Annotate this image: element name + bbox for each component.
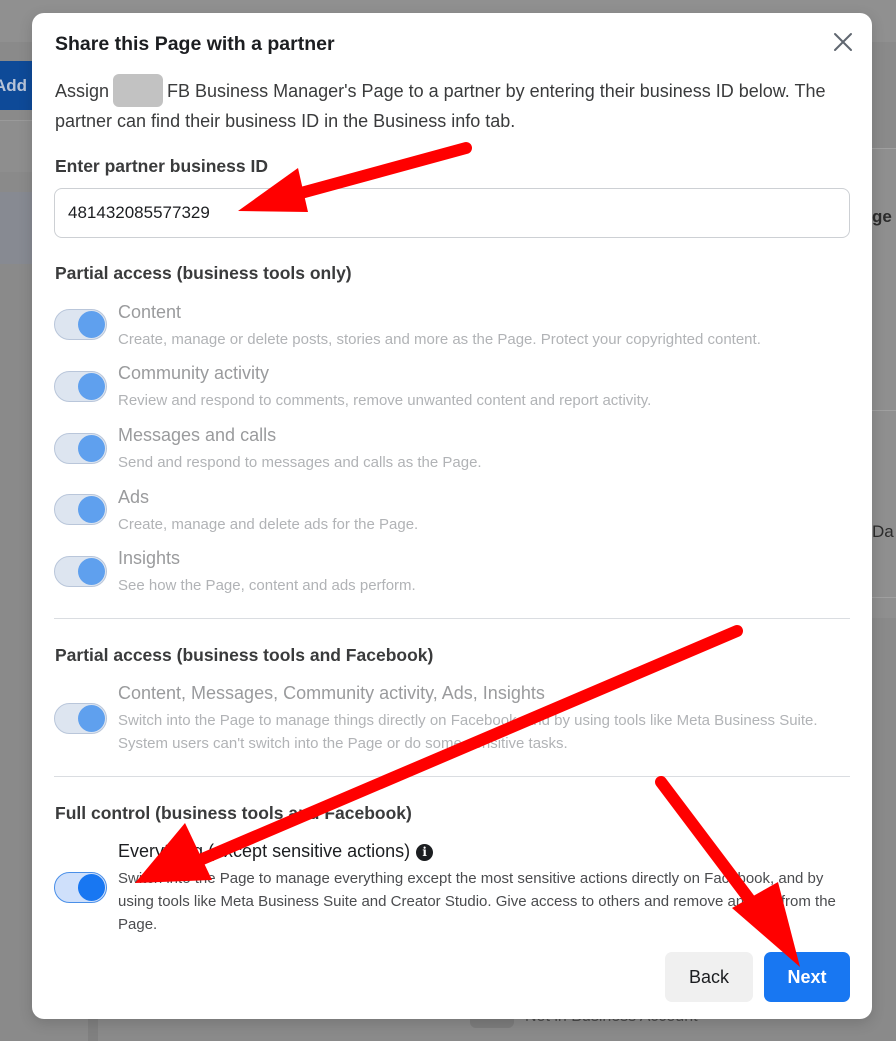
background-divider	[872, 410, 896, 411]
ads-toggle[interactable]	[54, 494, 107, 525]
permission-title: Everything (except sensitive actions) i	[118, 841, 434, 862]
toggle-knob	[78, 873, 105, 901]
section-title-business-tools-and-facebook: Partial access (business tools and Faceb…	[55, 645, 434, 665]
toggle-knob	[78, 496, 105, 523]
partial-facebook-access-toggle[interactable]	[54, 703, 107, 734]
section-title-full-control: Full control (business tools and Faceboo…	[55, 803, 412, 823]
permission-description: Switch into the Page to manage everythin…	[118, 870, 836, 933]
background-divider	[872, 148, 896, 149]
permission-description: See how the Page, content and ads perfor…	[118, 577, 416, 594]
messages-and-calls-toggle[interactable]	[54, 433, 107, 464]
background-text: ge	[872, 207, 892, 226]
permission-description: Send and respond to messages and calls a…	[118, 454, 482, 471]
intro-suffix: FB Business Manager's Page to a partner …	[55, 81, 826, 131]
background-add-button: Add	[0, 61, 33, 110]
permission-title: Messages and calls	[118, 425, 277, 445]
permission-description: Review and respond to comments, remove u…	[118, 392, 652, 409]
next-button[interactable]: Next	[764, 952, 850, 1002]
permission-title: Ads	[118, 487, 150, 507]
permission-title: Insights	[118, 548, 181, 568]
permission-title: Content	[118, 302, 182, 322]
background-divider	[872, 597, 896, 598]
intro-prefix: Assign	[55, 81, 110, 101]
back-button[interactable]: Back	[665, 952, 753, 1002]
background-text: Da	[872, 522, 894, 541]
close-button[interactable]	[832, 31, 854, 53]
section-divider	[54, 618, 850, 619]
permission-description: Create, manage or delete posts, stories …	[118, 331, 761, 348]
background-sidebar-row	[0, 120, 33, 172]
redacted-business-name	[113, 73, 164, 107]
partner-id-label: Enter partner business ID	[55, 156, 268, 176]
permission-description: Switch into the Page to manage things di…	[118, 712, 818, 752]
toggle-knob	[78, 373, 105, 400]
community-activity-toggle[interactable]	[54, 371, 107, 402]
background-sidebar-row	[0, 192, 33, 264]
insights-toggle[interactable]	[54, 556, 107, 587]
toggle-knob	[78, 705, 105, 732]
toggle-knob	[78, 435, 105, 462]
info-icon[interactable]: i	[416, 844, 434, 861]
permission-title-text: Everything (except sensitive actions)	[118, 841, 411, 861]
toggle-knob	[78, 558, 105, 585]
partner-id-input[interactable]	[54, 188, 850, 238]
permission-title: Content, Messages, Community activity, A…	[118, 683, 545, 703]
full-control-toggle[interactable]	[54, 872, 107, 903]
close-icon	[834, 33, 852, 51]
toggle-knob	[78, 311, 105, 338]
permission-description: Create, manage and delete ads for the Pa…	[118, 516, 419, 533]
background-divider	[88, 1019, 98, 1041]
dialog-intro: Assign FB Business Manager's Page to a pa…	[55, 73, 855, 135]
section-title-business-tools-only: Partial access (business tools only)	[55, 263, 352, 283]
dialog-title: Share this Page with a partner	[55, 33, 335, 55]
content-toggle[interactable]	[54, 309, 107, 340]
share-page-dialog: Share this Page with a partner Assign FB …	[32, 13, 872, 1019]
permission-title: Community activity	[118, 363, 270, 383]
section-divider	[54, 776, 850, 777]
